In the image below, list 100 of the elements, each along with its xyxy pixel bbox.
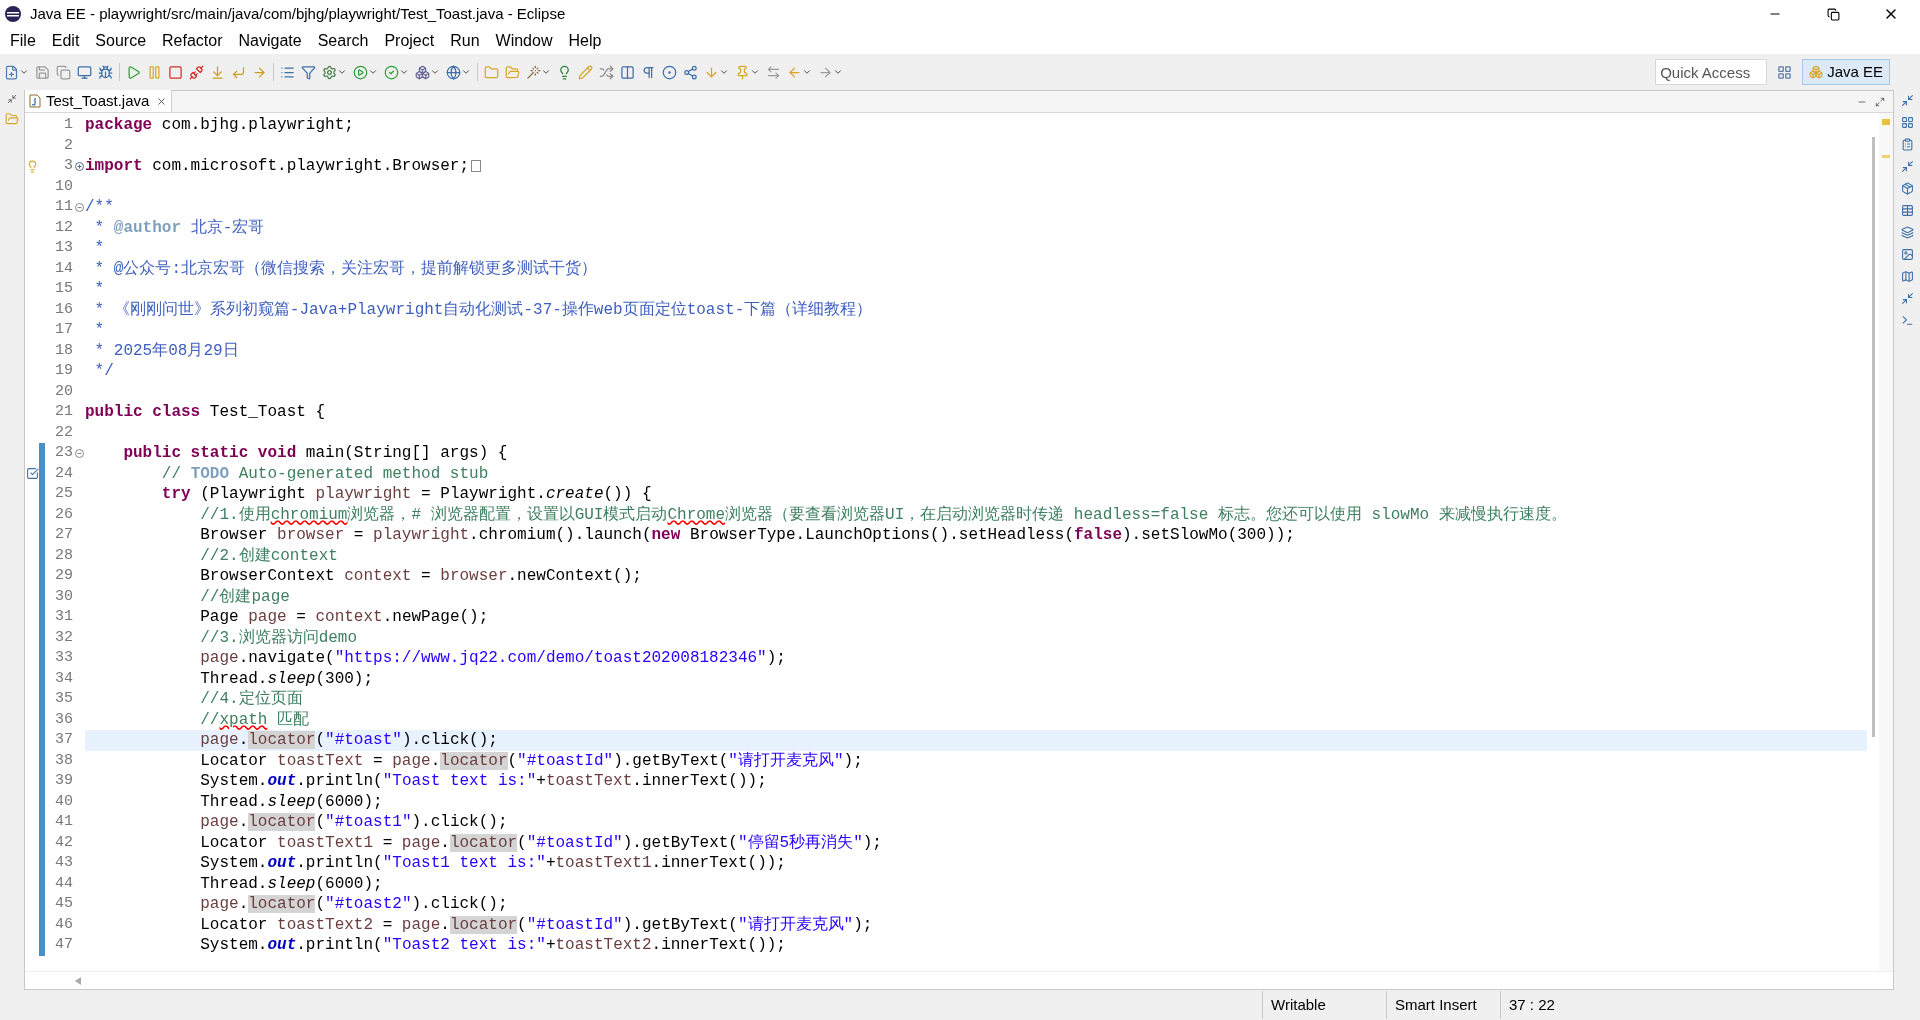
code-line: Thread.sleep(300); [199, 668, 374, 689]
code-line: page.locator("#toast2").click(); [199, 894, 508, 915]
line-number: 1 [63, 115, 73, 135]
menu-item[interactable]: Source [87, 29, 155, 53]
line-number: 28 [54, 545, 73, 566]
disconnect-icon[interactable] [189, 64, 204, 80]
forward-icon[interactable] [818, 64, 833, 80]
layers-icon[interactable] [1900, 226, 1914, 239]
code-line: public static void main(String[] args) { [122, 443, 508, 464]
code-line: System.out.println("Toast1 text is:"+toastText1.innerText()); [199, 853, 786, 874]
restore-icon[interactable] [1900, 160, 1914, 173]
fold-minus-icon[interactable] [74, 448, 84, 458]
step-over-icon[interactable] [231, 64, 246, 80]
code-line: Locator toastText1 = page.locator("#toastId").getByText("停留5秒再消失"); [199, 832, 882, 853]
fold-plus-icon[interactable] [74, 161, 84, 171]
dropdown-caret-icon[interactable] [833, 67, 843, 77]
menu-item[interactable]: Window [487, 29, 561, 53]
dropdown-caret-icon[interactable] [399, 67, 409, 77]
dropdown-caret-icon[interactable] [541, 67, 551, 77]
bug-icon[interactable] [98, 64, 113, 80]
line-number: 45 [54, 894, 73, 914]
pencil-icon[interactable] [578, 64, 593, 80]
code-line: Thread.sleep(6000); [199, 873, 383, 894]
folder-icon[interactable] [484, 64, 499, 80]
package-icon[interactable] [1900, 182, 1914, 195]
menu-item[interactable]: Navigate [230, 29, 310, 53]
line-number: 15 [54, 279, 73, 299]
dropdown-caret-icon[interactable] [802, 67, 812, 77]
circle-dot-icon[interactable] [662, 64, 677, 80]
scrollbar-thumb[interactable] [1871, 137, 1875, 737]
resume-icon[interactable] [126, 64, 141, 80]
shuffle-icon[interactable] [599, 64, 614, 80]
restore-icon[interactable] [1900, 94, 1914, 107]
map-icon[interactable] [1900, 270, 1914, 283]
pilcrow-icon[interactable] [641, 64, 656, 80]
line-number: 26 [54, 504, 73, 525]
stop-icon[interactable] [168, 64, 183, 80]
lightbulb-icon[interactable] [557, 64, 572, 80]
menu-item[interactable]: Run [442, 29, 488, 53]
quick-access-field[interactable]: Quick Access [1655, 59, 1768, 85]
pin-icon[interactable] [735, 64, 750, 80]
table-icon[interactable] [1900, 204, 1914, 217]
line-number: 34 [54, 668, 73, 689]
scroll-left-icon[interactable] [75, 976, 81, 985]
open-perspective-icon[interactable] [1777, 64, 1793, 80]
dropdown-caret-icon[interactable] [461, 67, 471, 77]
dropdown-caret-icon[interactable] [430, 67, 440, 77]
code-line: Thread.sleep(6000); [199, 791, 383, 812]
menu-item[interactable]: Edit [43, 29, 88, 53]
monitor-icon[interactable] [77, 64, 92, 80]
menu-item[interactable]: Project [376, 29, 443, 53]
step-into-icon[interactable] [210, 64, 225, 80]
line-number: 24 [54, 463, 73, 484]
filter-icon[interactable] [301, 64, 316, 80]
perspective-button[interactable]: Java EE [1802, 59, 1890, 85]
dropdown-caret-icon[interactable] [337, 67, 347, 77]
dropdown-caret-icon[interactable] [19, 67, 29, 77]
check-circle-icon[interactable] [384, 64, 399, 80]
image-icon[interactable] [1900, 248, 1914, 261]
line-number: 33 [54, 648, 73, 668]
fold-minus-icon[interactable] [74, 202, 84, 212]
arrow-down-icon[interactable] [704, 64, 719, 80]
run-icon[interactable] [353, 64, 368, 80]
code-line: Browser browser = playwright.chromium().launch(new BrowserType.LaunchOptions().setHeadless(false).setSlowMo(300)); [199, 525, 1295, 546]
arrows-icon[interactable] [766, 64, 781, 80]
boxes-icon[interactable] [415, 64, 430, 80]
line-number: 2 [63, 135, 73, 156]
columns-icon[interactable] [620, 64, 635, 80]
dropdown-caret-icon[interactable] [719, 67, 729, 77]
globe-icon[interactable] [446, 64, 461, 80]
save-icon[interactable] [35, 64, 50, 80]
eclipse-logo-icon [4, 5, 22, 23]
terminal-icon[interactable] [1900, 314, 1914, 327]
dropdown-caret-icon[interactable] [368, 67, 378, 77]
dropdown-caret-icon[interactable] [750, 67, 760, 77]
editor-tab[interactable]: Test_Toast.java [25, 90, 173, 112]
collapsed-code-icon[interactable] [471, 160, 482, 173]
package-explorer-icon[interactable] [5, 112, 19, 126]
code-line: page.navigate("https://www.jq22.com/demo/toast202008182346"); [199, 648, 786, 669]
menu-item[interactable]: File [2, 29, 44, 53]
share-icon[interactable] [683, 64, 698, 80]
clipboard-icon[interactable] [1900, 138, 1914, 151]
list-icon[interactable] [280, 64, 295, 80]
restore-icon[interactable] [1900, 292, 1914, 305]
restore-icon[interactable] [7, 94, 17, 104]
open-folder-icon[interactable] [505, 64, 520, 80]
menu-item[interactable]: Search [309, 29, 377, 53]
menu-item[interactable]: Refactor [154, 29, 231, 53]
gear-icon[interactable] [322, 64, 337, 80]
menu-item[interactable]: Help [560, 29, 610, 53]
code-line: Locator toastText = page.locator("#toastId").getByText("请打开麦克风"); [199, 750, 863, 771]
step-return-icon[interactable] [252, 64, 267, 80]
grid-icon[interactable] [1900, 116, 1914, 129]
line-number: 21 [54, 402, 73, 422]
maximize-icon[interactable] [1875, 96, 1885, 107]
back-icon[interactable] [787, 64, 802, 80]
new-file-icon[interactable] [4, 64, 19, 80]
wand-icon[interactable] [526, 64, 541, 80]
save-all-icon[interactable] [56, 64, 71, 80]
close-tab-icon[interactable] [156, 95, 168, 107]
